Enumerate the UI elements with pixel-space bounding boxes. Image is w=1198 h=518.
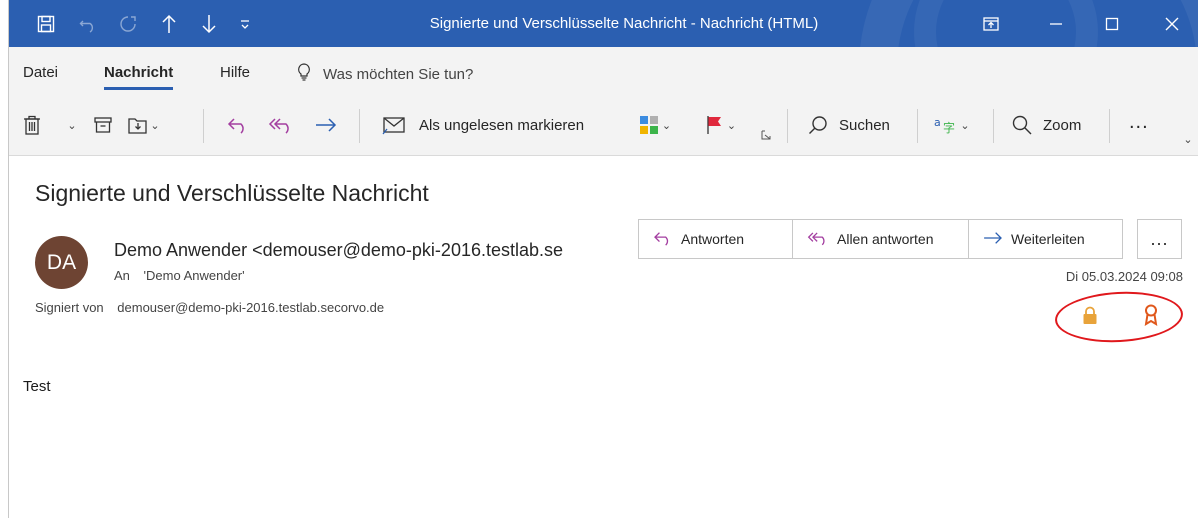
tab-datei[interactable]: Datei: [23, 64, 58, 81]
reply-all-label: Allen antworten: [837, 231, 934, 247]
ribbon-tabs: Datei Nachricht Hilfe Was möchten Sie tu…: [9, 47, 1198, 97]
certificate-ribbon-icon[interactable]: [1144, 304, 1158, 331]
zoom-label[interactable]: Zoom: [1043, 117, 1081, 134]
customize-qat-icon[interactable]: [233, 0, 257, 47]
forward-icon[interactable]: [311, 110, 341, 140]
window-title: Signierte und Verschlüsselte Nachricht -…: [429, 15, 819, 32]
reply-all-icon[interactable]: [265, 110, 297, 140]
received-date: Di 05.03.2024 09:08: [1065, 269, 1183, 284]
mark-unread-label[interactable]: Als ungelesen markieren: [419, 117, 584, 134]
dialog-launcher-icon[interactable]: [759, 127, 773, 143]
translate-icon[interactable]: a 字 ⌄: [929, 110, 975, 140]
title-bar: Signierte und Verschlüsselte Nachricht -…: [9, 0, 1198, 47]
tab-hilfe[interactable]: Hilfe: [220, 64, 250, 81]
reply-all-icon: [807, 230, 829, 249]
delete-dropdown-chevron-icon[interactable]: ⌄: [65, 110, 79, 140]
more-actions-button[interactable]: ...: [1137, 219, 1182, 259]
forward-label: Weiterleiten: [1011, 231, 1085, 247]
more-actions-label: ...: [1150, 228, 1169, 249]
forward-button[interactable]: Weiterleiten: [968, 219, 1123, 259]
security-highlight-ellipse: [1053, 288, 1185, 346]
save-icon[interactable]: [29, 0, 63, 47]
reply-label: Antworten: [681, 231, 745, 247]
to-label: An: [114, 268, 130, 283]
reply-icon: [653, 230, 673, 249]
reply-all-button[interactable]: Allen antworten: [792, 219, 968, 259]
tab-nachricht[interactable]: Nachricht: [104, 64, 174, 90]
reply-button[interactable]: Antworten: [638, 219, 793, 259]
previous-item-icon[interactable]: [155, 0, 183, 47]
more-commands-button[interactable]: ...: [1129, 111, 1149, 134]
avatar-initials: DA: [46, 250, 77, 274]
search-label[interactable]: Suchen: [839, 117, 890, 134]
categorize-icon[interactable]: ⌄: [633, 110, 677, 140]
close-icon[interactable]: [1149, 0, 1195, 47]
lock-icon[interactable]: [1082, 306, 1098, 331]
recipient-name[interactable]: 'Demo Anwender': [144, 268, 245, 283]
message-subject: Signierte und Verschlüsselte Nachricht: [35, 180, 429, 206]
forward-icon: [983, 230, 1003, 249]
signed-by-label: Signiert von: [35, 300, 104, 315]
message-window: Signierte und Verschlüsselte Nachricht -…: [8, 0, 1198, 518]
ribbon-toolbar: ⌄ ⌄ Als ungelesen markieren ⌄ ⌄ Suchen a…: [9, 97, 1198, 156]
archive-icon[interactable]: [91, 110, 115, 140]
search-icon[interactable]: [805, 110, 831, 140]
expand-ribbon-chevron-icon[interactable]: ⌄: [1181, 131, 1195, 147]
svg-text:字: 字: [943, 120, 955, 135]
minimize-icon[interactable]: [1033, 0, 1079, 47]
signed-by-row: Signiert von demouser@demo-pki-2016.test…: [35, 300, 384, 315]
svg-text:a: a: [934, 116, 941, 129]
next-item-icon[interactable]: [195, 0, 223, 47]
follow-up-flag-icon[interactable]: ⌄: [699, 110, 743, 140]
redo-icon[interactable]: [113, 0, 143, 47]
lightbulb-icon: [297, 63, 311, 85]
move-icon[interactable]: ⌄: [125, 110, 163, 140]
message-body: Test: [23, 378, 51, 395]
sender-address[interactable]: Demo Anwender <demouser@demo-pki-2016.te…: [114, 240, 614, 261]
maximize-icon[interactable]: [1089, 0, 1135, 47]
mark-unread-icon[interactable]: [379, 110, 409, 140]
undo-icon[interactable]: [73, 0, 103, 47]
signed-by-address: demouser@demo-pki-2016.testlab.secorvo.d…: [117, 300, 385, 315]
tell-me-label: Was möchten Sie tun?: [323, 65, 474, 83]
recipient-row: An 'Demo Anwender': [114, 268, 245, 283]
delete-icon[interactable]: [21, 110, 43, 140]
reply-icon[interactable]: [223, 110, 253, 140]
tell-me-box[interactable]: Was möchten Sie tun?: [297, 63, 473, 85]
ribbon-display-options-icon[interactable]: [974, 0, 1008, 47]
zoom-icon[interactable]: [1009, 110, 1035, 140]
avatar[interactable]: DA: [35, 236, 88, 289]
